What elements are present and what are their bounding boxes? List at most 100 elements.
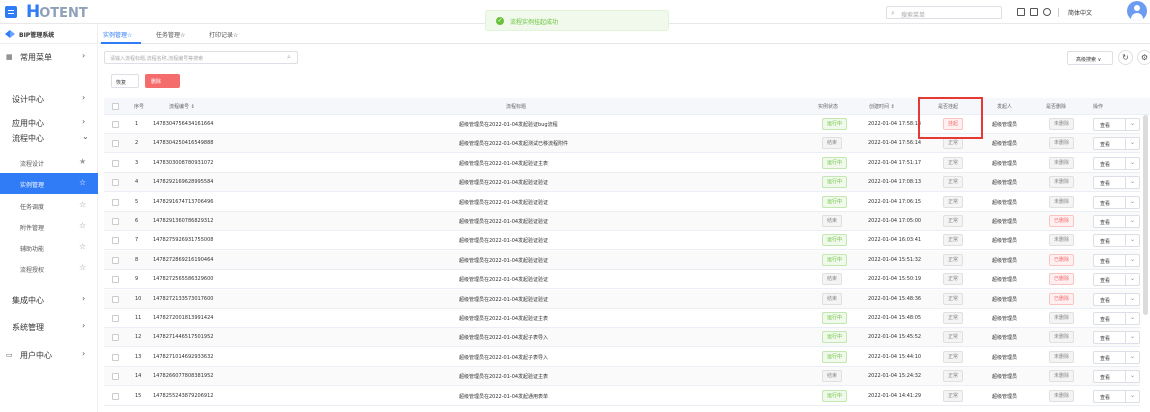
select-all-checkbox[interactable] [112, 103, 119, 110]
chevron-down-icon[interactable]: ⌄ [1130, 275, 1135, 282]
row-checkbox[interactable] [112, 179, 119, 187]
chevron-down-icon[interactable]: ⌄ [1130, 120, 1135, 127]
chevron-down-icon[interactable]: ⌄ [1130, 372, 1135, 379]
chevron-down-icon[interactable]: ⌄ [1130, 198, 1135, 205]
row-title[interactable]: 超级管理员在2022-01-04发起验证验证 [459, 199, 548, 206]
sidebar-item-common[interactable]: ▦ 常用菜单 › [0, 44, 98, 68]
table-row[interactable]: 2 1478304250416549888 超级管理员在2022-01-04发起测试… [104, 134, 1140, 154]
view-button[interactable]: 查看 ⌄ [1093, 156, 1140, 170]
view-button[interactable]: 查看 ⌄ [1093, 273, 1140, 287]
row-checkbox[interactable] [112, 295, 119, 303]
filter-search-input[interactable]: 请输入流程标题,流程名称,流程编号等搜索 ⌕ [104, 51, 298, 64]
table-row[interactable]: 8 1478272869216190464 超级管理员在2022-01-04发起验证… [104, 250, 1140, 270]
restore-button[interactable]: 恢复 [111, 74, 139, 88]
chevron-down-icon[interactable]: ⌄ [1130, 139, 1135, 146]
view-button[interactable]: 查看 ⌄ [1093, 370, 1140, 384]
table-row[interactable]: 11 1478272001813991424 超级管理员在2022-01-04发起验… [104, 309, 1140, 328]
sidebar-item-integration[interactable]: 集成中心 › [0, 287, 98, 311]
chevron-down-icon[interactable]: ⌄ [1130, 353, 1135, 360]
settings-icon[interactable]: ⚙ [1137, 50, 1150, 65]
layout-icon[interactable] [1030, 8, 1038, 16]
table-row[interactable]: 5 1478291674713706496 超级管理员在2022-01-04发起验证… [104, 193, 1140, 212]
star-icon[interactable]: ☆ [79, 242, 86, 251]
sidebar-item-user[interactable]: ▭ 用户中心 › [0, 342, 98, 366]
table-row[interactable]: 3 1478303008780931072 超级管理员在2022-01-04发起验证… [104, 154, 1140, 173]
view-button[interactable]: 查看 ⌄ [1093, 215, 1140, 228]
row-title[interactable]: 超级管理员在2022-01-04发起验证主表 [459, 160, 548, 167]
row-checkbox[interactable] [112, 373, 119, 381]
chevron-down-icon[interactable]: ⌄ [1130, 295, 1135, 302]
view-button[interactable]: 查看 ⌄ [1093, 195, 1140, 209]
chevron-down-icon[interactable]: ⌄ [1130, 159, 1135, 166]
view-button[interactable]: 查看 ⌄ [1093, 118, 1140, 131]
view-button[interactable]: 查看 ⌄ [1093, 389, 1140, 403]
sidebar-sub-aux[interactable]: 辅助功能 ☆ [0, 237, 98, 258]
sidebar-item-system[interactable]: 系统管理 › [0, 314, 98, 338]
chevron-down-icon[interactable]: ⌄ [1130, 217, 1135, 224]
row-checkbox[interactable] [112, 218, 119, 225]
row-title[interactable]: 超级管理员在2022-01-04发起验证主表 [459, 373, 548, 380]
row-title[interactable]: 超级管理员在2022-01-04发起验证主表 [459, 315, 548, 322]
table-row[interactable]: 13 1478271014692933632 超级管理员在2022-01-04发起子… [104, 348, 1140, 367]
row-checkbox[interactable] [112, 237, 119, 245]
table-row[interactable]: 4 1478292169628995584 超级管理员在2022-01-04发起验证… [104, 173, 1140, 193]
view-button[interactable]: 查看 ⌄ [1093, 176, 1140, 190]
row-checkbox[interactable] [112, 121, 119, 128]
chevron-down-icon[interactable]: ⌄ [1130, 314, 1135, 321]
row-title[interactable]: 超级管理员在2022-01-04发起通用表单 [459, 393, 548, 400]
row-title[interactable]: 超级管理员在2022-01-04发起验证验证 [459, 296, 548, 303]
search-input[interactable]: ⌕ 搜索菜单 [886, 6, 1002, 19]
sidebar-sub-process-design[interactable]: 流程设计 ★ [0, 152, 98, 173]
refresh-icon[interactable] [1043, 8, 1051, 16]
chevron-down-icon[interactable]: ⌄ [1130, 333, 1135, 340]
sidebar-sub-attachments[interactable]: 附件管理 ☆ [0, 216, 98, 237]
language-selector[interactable]: 简体中文 [1068, 8, 1092, 17]
sidebar-sub-instance[interactable]: 实例管理 ☆ [0, 173, 98, 194]
row-checkbox[interactable] [112, 276, 119, 284]
tab-print[interactable]: 打印记录☆ [209, 30, 238, 39]
star-icon[interactable]: ☆ [79, 200, 86, 209]
table-row[interactable]: 1 1478304756434161664 超级管理员在2022-01-04发起验证… [104, 115, 1140, 134]
chevron-down-icon[interactable]: ⌄ [1130, 392, 1135, 399]
table-row[interactable]: 7 1478275926931755008 超级管理员在2022-01-04发起验证… [104, 231, 1140, 251]
row-checkbox[interactable] [112, 140, 119, 148]
table-row[interactable]: 10 1478272133573017600 超级管理员在2022-01-04发起验… [104, 289, 1140, 309]
row-title[interactable]: 超级管理员在2022-01-04发起验证bug流程 [459, 121, 558, 128]
row-checkbox[interactable] [112, 256, 119, 264]
chevron-down-icon[interactable]: ⌄ [1130, 256, 1135, 263]
advanced-search-button[interactable]: 高级搜索 ∨ [1067, 51, 1113, 65]
row-title[interactable]: 超级管理员在2022-01-04发起测试已移流程附件 [459, 140, 568, 147]
row-title[interactable]: 超级管理员在2022-01-04发起验证验证 [459, 179, 548, 186]
row-checkbox[interactable] [112, 392, 119, 400]
row-checkbox[interactable] [112, 334, 119, 342]
sidebar-item-design[interactable]: 设计中心 › [0, 86, 98, 110]
star-icon[interactable]: ☆ [79, 221, 86, 230]
table-row[interactable]: 9 1478272565586329600 超级管理员在2022-01-04发起验证… [104, 270, 1140, 290]
row-checkbox[interactable] [112, 198, 119, 206]
sidebar-sub-scheduling[interactable]: 任务调度 ☆ [0, 195, 98, 216]
row-title[interactable]: 超级管理员在2022-01-04发起子表导入 [459, 354, 548, 361]
scrollbar[interactable] [1143, 115, 1148, 315]
star-icon[interactable]: ★ [79, 157, 86, 166]
view-button[interactable]: 查看 ⌄ [1093, 350, 1140, 364]
chevron-down-icon[interactable]: ⌄ [1130, 236, 1135, 243]
row-checkbox[interactable] [112, 159, 119, 167]
table-row[interactable]: 12 1478271446517501952 超级管理员在2022-01-04发起子… [104, 328, 1140, 348]
row-title[interactable]: 超级管理员在2022-01-04发起验证验证 [459, 237, 548, 244]
row-title[interactable]: 超级管理员在2022-01-04发起验证验证 [459, 276, 548, 283]
row-title[interactable]: 超级管理员在2022-01-04发起验证验证 [459, 257, 548, 264]
view-button[interactable]: 查看 ⌄ [1093, 312, 1140, 325]
tab-instance[interactable]: 实例管理☆ [103, 30, 132, 39]
tab-task[interactable]: 任务管理☆ [156, 30, 185, 39]
table-row[interactable]: 14 1478266077808381952 超级管理员在2022-01-04发起验… [104, 367, 1140, 387]
refresh-icon[interactable]: ↻ [1118, 50, 1133, 65]
row-title[interactable]: 超级管理员在2022-01-04发起子表导入 [459, 334, 548, 341]
star-icon[interactable]: ☆ [79, 263, 86, 272]
view-button[interactable]: 查看 ⌄ [1093, 253, 1140, 267]
view-button[interactable]: 查看 ⌄ [1093, 292, 1140, 306]
table-row[interactable]: 6 1478291360786829312 超级管理员在2022-01-04发起验证… [104, 212, 1140, 231]
view-button[interactable]: 查看 ⌄ [1093, 137, 1140, 151]
sidebar-sub-auth[interactable]: 流程授权 ☆ [0, 258, 98, 279]
row-checkbox[interactable] [112, 353, 119, 361]
table-row[interactable]: 15 1478255243879206912 超级管理员在2022-01-04发起通… [104, 387, 1140, 406]
